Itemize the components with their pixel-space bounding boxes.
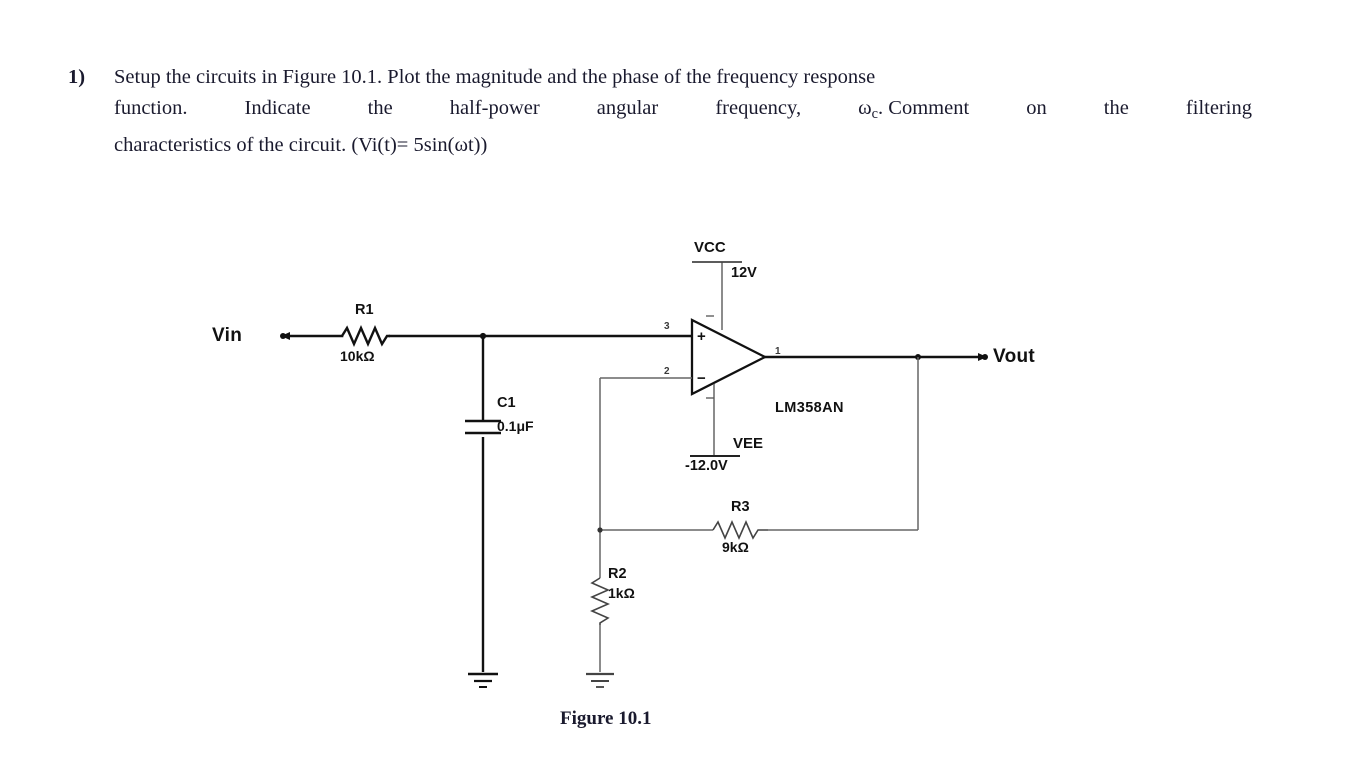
circuit-schematic-svg xyxy=(280,261,988,688)
label-vcc-name: VCC xyxy=(694,239,726,256)
label-vee-name: VEE xyxy=(733,435,764,452)
label-vcc-value: 12V xyxy=(731,265,757,281)
label-r1-ref: R1 xyxy=(355,302,374,318)
label-opamp-minus: − xyxy=(697,370,706,387)
label-r3-value: 9kΩ xyxy=(722,539,749,555)
label-c1-value: 0.1μF xyxy=(497,418,534,434)
feedback-wires xyxy=(599,262,919,672)
label-r1-value: 10kΩ xyxy=(340,348,375,364)
label-pin-2: 2 xyxy=(664,366,670,377)
label-opamp-part-number: LM358AN xyxy=(775,400,844,416)
label-vout: Vout xyxy=(993,346,1036,367)
circuit-diagram: Vin Vout R1 10kΩ C1 0.1μF R3 9kΩ R2 1kΩ … xyxy=(0,0,1366,768)
label-r3-ref: R3 xyxy=(731,499,750,515)
label-r2-value: 1kΩ xyxy=(608,585,635,601)
label-vin: Vin xyxy=(212,325,243,346)
label-opamp-plus: + xyxy=(697,328,706,345)
resistor-r3-symbol xyxy=(712,520,768,540)
label-c1-ref: C1 xyxy=(497,395,516,411)
signal-wires xyxy=(281,334,987,359)
label-pin-3: 3 xyxy=(664,321,670,332)
label-vee-value: -12.0V xyxy=(685,458,728,474)
ground-symbol-c1 xyxy=(468,672,498,688)
ground-symbol-r2 xyxy=(586,672,614,688)
junction-dot-feedback-node xyxy=(597,527,603,533)
capacitor-c1-symbol xyxy=(465,419,501,435)
label-r2-ref: R2 xyxy=(608,566,627,582)
label-pin-1: 1 xyxy=(775,346,781,357)
resistor-r2-symbol xyxy=(590,577,610,625)
resistor-r1-symbol xyxy=(340,325,390,347)
figure-caption: Figure 10.1 xyxy=(560,708,652,729)
